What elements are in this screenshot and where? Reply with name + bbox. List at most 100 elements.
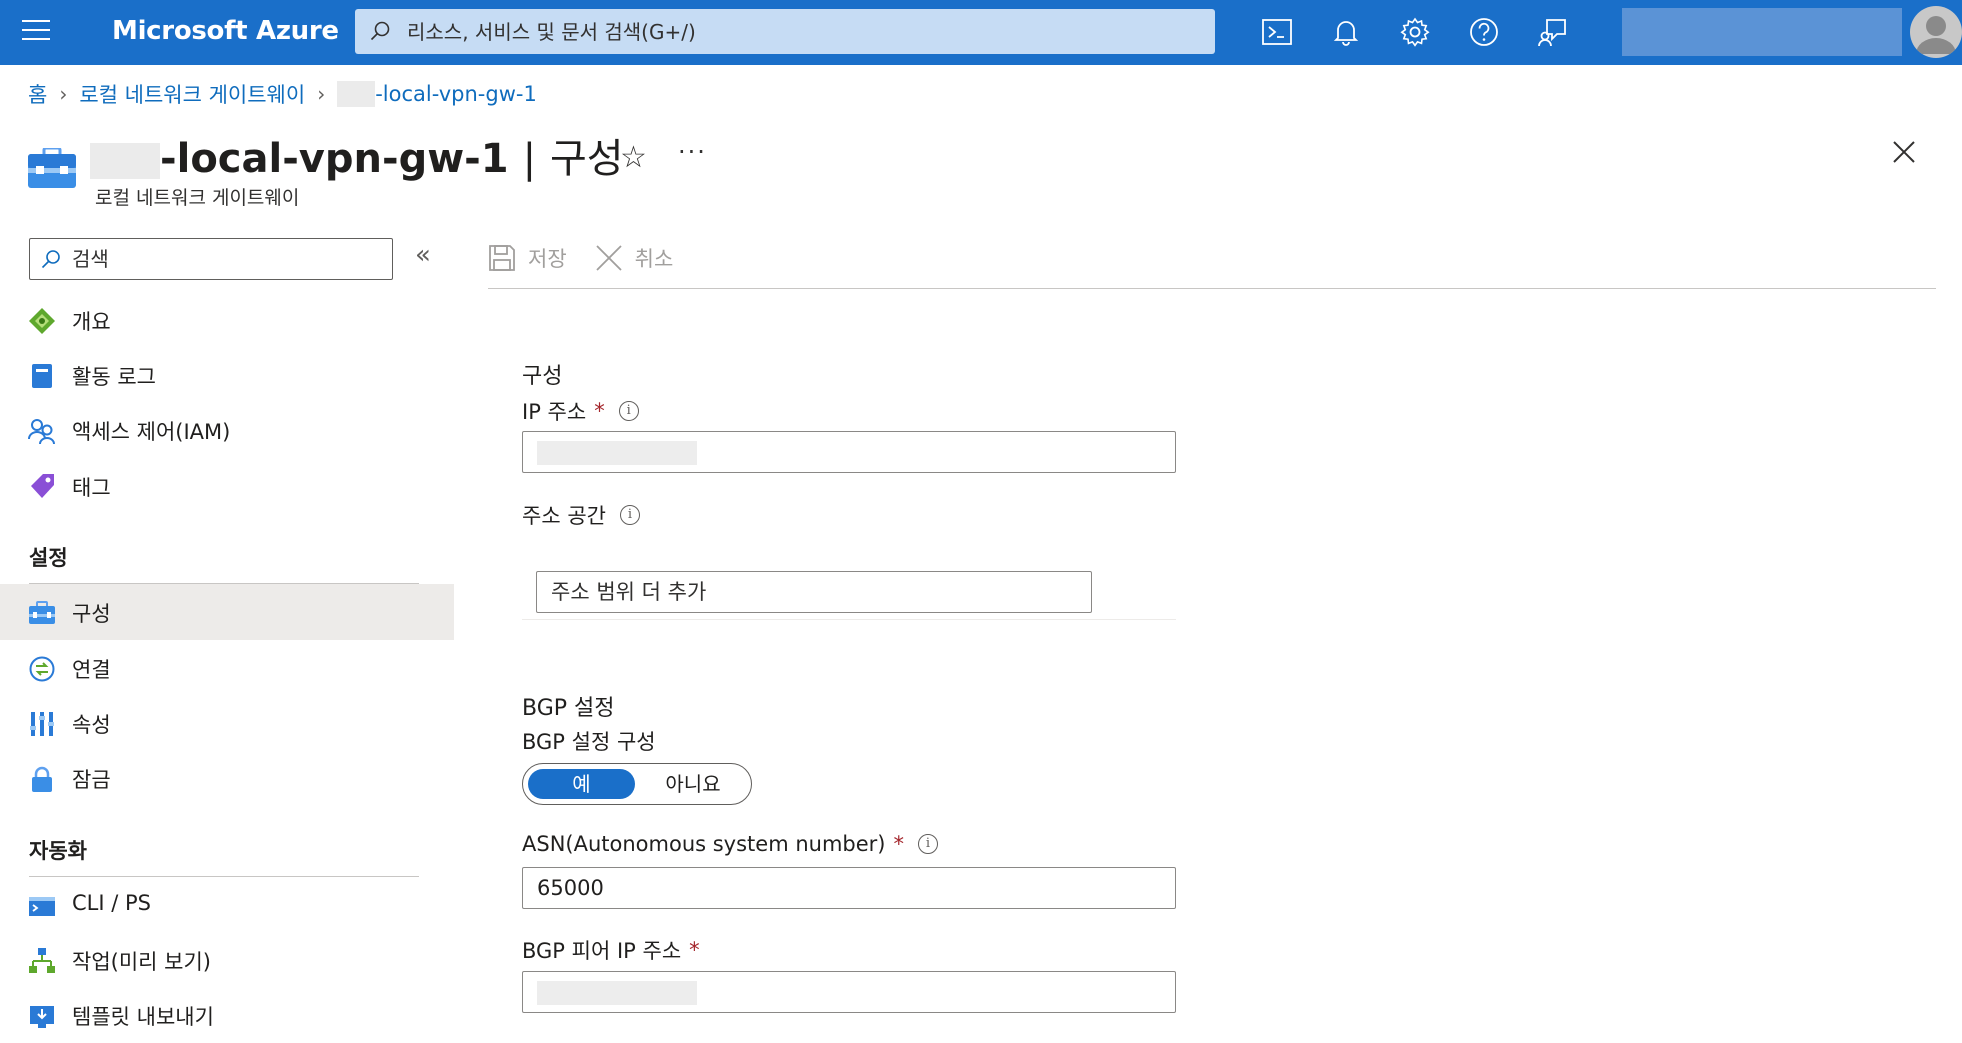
sidebar-item-export-template[interactable]: 템플릿 내보내기 — [0, 987, 454, 1043]
asn-input[interactable] — [523, 868, 1175, 908]
bgp-peer-ip-label-text: BGP 피어 IP 주소 — [522, 939, 682, 963]
bgp-option-yes[interactable]: 예 — [528, 769, 635, 799]
sidebar-item-configuration[interactable]: 구성 — [0, 584, 454, 640]
sidebar-item-label: 활동 로그 — [72, 365, 156, 389]
search-icon — [370, 21, 390, 41]
sidebar-item-label: 액세스 제어(IAM) — [72, 420, 231, 444]
top-bar: Microsoft Azure — [0, 0, 1962, 65]
sidebar-item-tasks[interactable]: 작업(미리 보기) — [0, 932, 454, 988]
global-search[interactable] — [355, 9, 1215, 54]
sidebar-item-label: 템플릿 내보내기 — [72, 1005, 214, 1029]
notifications-bell-icon[interactable] — [1328, 14, 1364, 50]
sidebar-item-properties[interactable]: 속성 — [0, 695, 454, 751]
page-title-separator: | — [522, 136, 537, 182]
more-options-icon[interactable]: ··· — [678, 138, 707, 166]
bgp-toggle[interactable]: 예 아니요 — [522, 763, 752, 805]
settings-gear-icon[interactable] — [1397, 14, 1433, 50]
brand-title[interactable]: Microsoft Azure — [112, 16, 339, 46]
hamburger-menu-icon[interactable] — [22, 20, 50, 44]
info-icon[interactable]: i — [618, 401, 639, 421]
search-icon — [41, 250, 60, 269]
bgp-option-no[interactable]: 아니요 — [641, 769, 745, 799]
save-button[interactable]: 저장 — [488, 243, 567, 273]
redacted-name — [90, 143, 160, 179]
sidebar-item-activity-log[interactable]: 활동 로그 — [0, 347, 454, 403]
sidebar-item-connections[interactable]: 연결 — [0, 640, 454, 696]
ip-address-label: IP 주소 * i — [522, 396, 639, 426]
favorite-star-icon[interactable]: ☆ — [620, 140, 647, 175]
command-bar: 저장 취소 — [488, 238, 701, 278]
required-asterisk: * — [594, 399, 605, 423]
breadcrumb-local-network-gateways[interactable]: 로컬 네트워크 게이트웨이 — [79, 79, 305, 109]
chevron-right-icon: › — [59, 82, 68, 106]
redacted-name — [337, 81, 376, 107]
local-network-gateway-icon — [28, 148, 76, 188]
required-asterisk: * — [689, 938, 700, 962]
breadcrumb: 홈 › 로컬 네트워크 게이트웨이 › -local-vpn-gw-1 — [28, 78, 537, 110]
breadcrumb-current[interactable]: -local-vpn-gw-1 — [375, 82, 537, 106]
required-asterisk: * — [893, 832, 905, 856]
address-space-label: 주소 공간 i — [522, 500, 640, 530]
properties-icon — [30, 712, 54, 736]
bgp-configure-label-text: BGP 설정 구성 — [522, 730, 656, 754]
breadcrumb-home[interactable]: 홈 — [28, 79, 47, 109]
bgp-peer-ip-field[interactable] — [522, 971, 1176, 1013]
sidebar-item-label: 개요 — [72, 310, 111, 334]
sidebar-item-label: 태그 — [72, 476, 111, 500]
cancel-icon — [596, 245, 622, 271]
sidebar-item-label: 연결 — [72, 658, 111, 682]
overview-icon — [29, 308, 55, 334]
ip-address-label-text: IP 주소 — [522, 400, 587, 424]
sidebar-search-input[interactable] — [72, 239, 382, 278]
asn-label: ASN(Autonomous system number) * i — [522, 832, 938, 856]
tasks-icon — [29, 948, 55, 973]
cancel-button-label: 취소 — [634, 247, 674, 271]
divider — [522, 619, 1176, 620]
page-title-name: -local-vpn-gw-1 — [160, 136, 509, 182]
sidebar-item-label: 구성 — [72, 602, 111, 626]
configuration-icon — [29, 601, 55, 624]
bgp-configure-label: BGP 설정 구성 — [522, 726, 656, 756]
sidebar-item-locks[interactable]: 잠금 — [0, 750, 454, 806]
sidebar-section-automation: 자동화 — [29, 839, 87, 863]
global-search-input[interactable] — [407, 9, 1197, 54]
sidebar-section-settings: 설정 — [29, 546, 68, 570]
page-title: -local-vpn-gw-1 | 구성 — [90, 126, 624, 184]
sidebar-item-tags[interactable]: 태그 — [0, 458, 454, 514]
save-button-label: 저장 — [528, 247, 567, 271]
avatar[interactable] — [1910, 6, 1962, 58]
feedback-icon[interactable] — [1535, 14, 1571, 50]
asn-field[interactable] — [522, 867, 1176, 909]
sidebar-item-label: 잠금 — [72, 768, 111, 792]
account-info-redacted[interactable] — [1622, 8, 1902, 56]
section-configuration-heading: 구성 — [522, 364, 563, 389]
save-icon — [489, 245, 515, 271]
divider — [488, 288, 1936, 289]
section-bgp-heading: BGP 설정 — [522, 696, 615, 721]
sidebar-search[interactable] — [29, 238, 393, 280]
help-icon[interactable] — [1466, 14, 1502, 50]
address-range-field[interactable] — [536, 571, 1092, 613]
cancel-button[interactable]: 취소 — [595, 243, 674, 273]
redacted-value — [537, 441, 697, 465]
page-subtitle: 로컬 네트워크 게이트웨이 — [95, 187, 300, 209]
collapse-sidebar-icon[interactable]: « — [415, 240, 431, 270]
redacted-value — [537, 981, 697, 1005]
address-range-input[interactable] — [537, 572, 1091, 612]
chevron-right-icon: › — [317, 82, 326, 106]
sidebar-item-iam[interactable]: 액세스 제어(IAM) — [0, 402, 454, 458]
address-space-label-text: 주소 공간 — [522, 504, 606, 528]
sidebar-item-label: 속성 — [72, 713, 111, 737]
cloud-shell-icon[interactable] — [1259, 14, 1295, 50]
sidebar-item-overview[interactable]: 개요 — [0, 292, 454, 348]
close-icon[interactable] — [1892, 140, 1916, 164]
ip-address-field[interactable] — [522, 431, 1176, 473]
sidebar-item-cli-ps[interactable]: CLI / PS — [0, 877, 454, 933]
info-icon[interactable]: i — [918, 834, 938, 854]
connections-icon — [29, 656, 55, 682]
info-icon[interactable]: i — [619, 505, 640, 525]
sidebar-item-label: CLI / PS — [72, 891, 151, 915]
lock-icon — [32, 766, 52, 792]
sidebar-item-label: 작업(미리 보기) — [72, 950, 211, 974]
export-template-icon — [30, 1006, 54, 1028]
